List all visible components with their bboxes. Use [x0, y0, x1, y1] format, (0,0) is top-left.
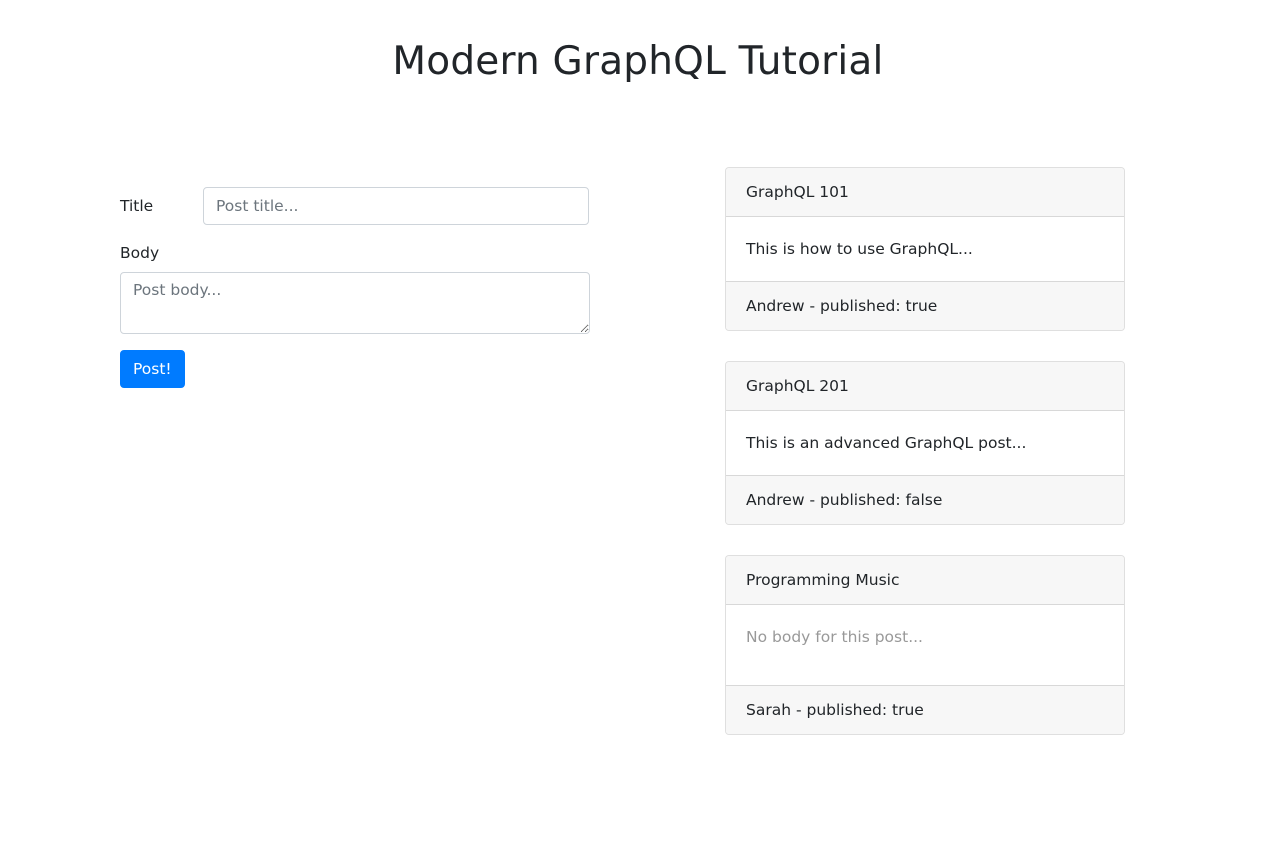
post-card-title: GraphQL 201: [726, 362, 1124, 411]
title-input[interactable]: [203, 187, 589, 225]
post-card-body: This is how to use GraphQL...: [746, 240, 973, 258]
body-label: Body: [120, 244, 160, 262]
post-button[interactable]: Post!: [120, 350, 185, 388]
post-card-body: This is an advanced GraphQL post...: [746, 434, 1027, 452]
posts-list: GraphQL 101 This is how to use GraphQL..…: [725, 167, 1125, 765]
post-card: GraphQL 201 This is an advanced GraphQL …: [725, 361, 1125, 525]
post-card-title: GraphQL 101: [726, 168, 1124, 217]
page-title: Modern GraphQL Tutorial: [392, 39, 884, 84]
body-textarea[interactable]: [120, 272, 590, 334]
post-card: Programming Music No body for this post.…: [725, 555, 1125, 735]
post-card-title: Programming Music: [726, 556, 1124, 605]
title-row: Title: [120, 187, 590, 225]
title-label: Title: [120, 197, 154, 215]
post-card-footer: Sarah - published: true: [726, 685, 1124, 734]
post-card-footer: Andrew - published: false: [726, 475, 1124, 524]
post-card-footer: Andrew - published: true: [726, 281, 1124, 330]
post-card-body-empty: No body for this post...: [746, 628, 923, 646]
post-card: GraphQL 101 This is how to use GraphQL..…: [725, 167, 1125, 331]
post-form: Title Body Post!: [120, 187, 590, 388]
